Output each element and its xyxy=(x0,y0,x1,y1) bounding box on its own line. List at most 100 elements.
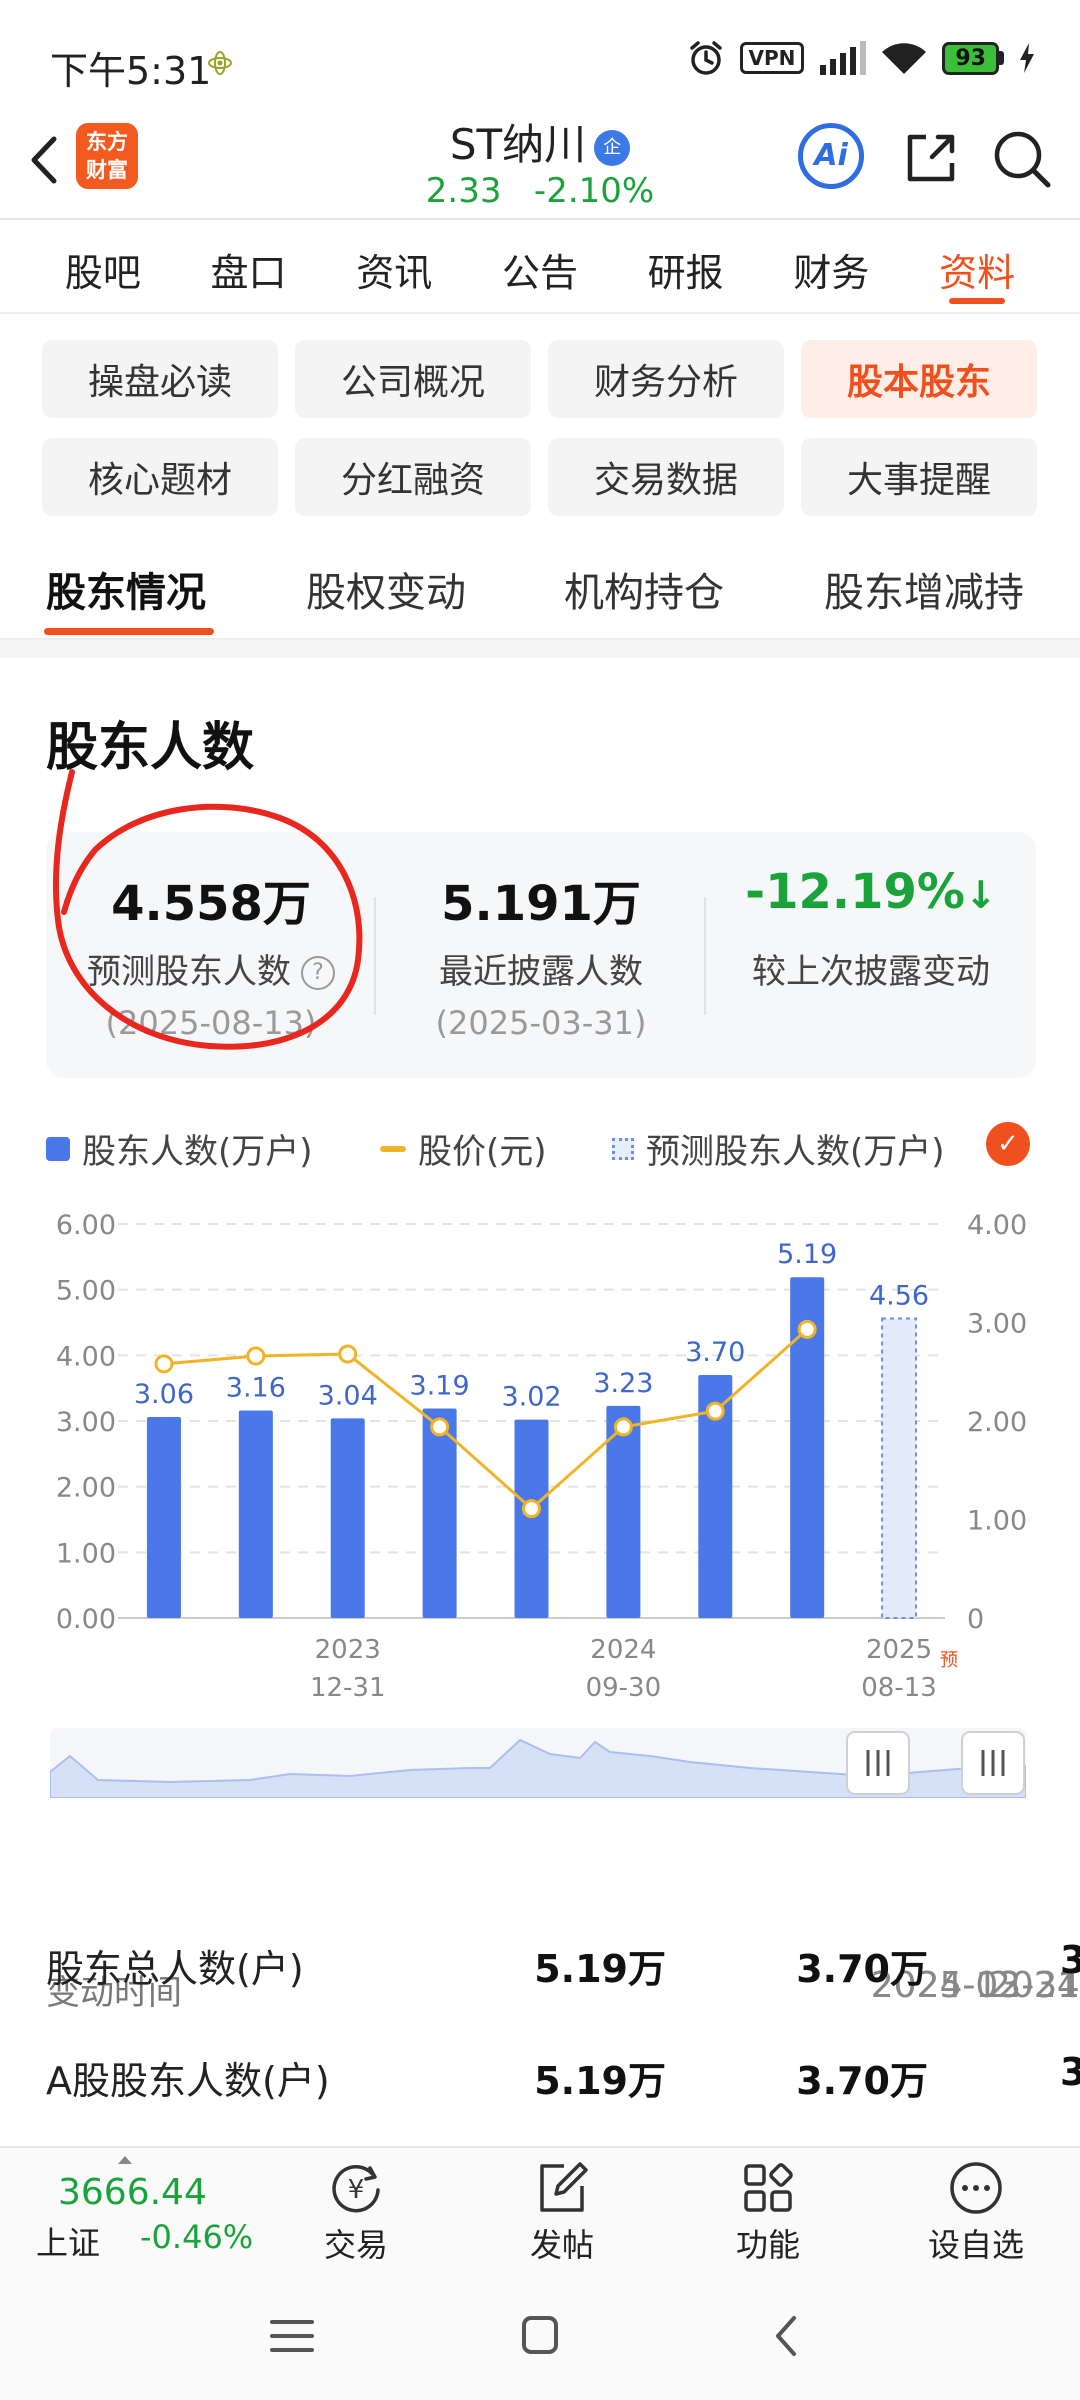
summary-card: 4.558万 预测股东人数? (2025-08-13) 5.191万 最近披露人… xyxy=(46,832,1036,1078)
right-axis-tick: 0 xyxy=(967,1604,984,1635)
table-row-label: 股东总人数(户) xyxy=(46,1947,304,1991)
tab-pankou[interactable]: 盘口 xyxy=(211,220,287,312)
status-time: 下午5:31 xyxy=(50,49,212,93)
status-icons: VPN 93 xyxy=(686,38,1037,78)
index-change[interactable]: -0.46% xyxy=(140,2218,253,2256)
chart-legend: 股东人数(万户) 股价(元) 预测股东人数(万户) ✓ xyxy=(46,1118,1036,1178)
chip-trading-guide[interactable]: 操盘必读 xyxy=(42,340,278,418)
stock-price: 2.33 xyxy=(425,171,502,211)
legend-check-icon[interactable]: ✓ xyxy=(986,1122,1030,1166)
chip-company-overview[interactable]: 公司概况 xyxy=(295,340,531,418)
legend-price[interactable]: 股价(元) xyxy=(380,1124,547,1173)
sub-tabs: 股东情况 股权变动 机构持仓 股东增减持 xyxy=(0,550,1080,642)
share-icon[interactable] xyxy=(900,129,960,189)
bar xyxy=(422,1408,457,1618)
table-cell: 3 xyxy=(1060,1938,1080,1982)
help-icon[interactable]: ? xyxy=(301,956,335,990)
caret-up-icon[interactable] xyxy=(118,2156,132,2164)
table-cell: 3.70万 xyxy=(796,1947,928,1991)
right-axis-tick: 3.00 xyxy=(967,1309,1027,1340)
left-axis-tick: 1.00 xyxy=(56,1538,116,1569)
menu-icon[interactable] xyxy=(262,2308,322,2364)
chip-trading-data[interactable]: 交易数据 xyxy=(548,438,784,516)
price-point xyxy=(797,1319,817,1339)
tabs-divider xyxy=(0,312,1080,314)
vpn-badge: VPN xyxy=(739,42,805,74)
home-icon[interactable] xyxy=(510,2308,570,2364)
price-point xyxy=(246,1346,266,1366)
x-axis-tick: 09-30 xyxy=(586,1673,662,1703)
price-point xyxy=(705,1401,725,1421)
right-axis-tick: 4.00 xyxy=(967,1210,1027,1241)
bar-label: 4.56 xyxy=(869,1281,929,1312)
index-name[interactable]: 上证 xyxy=(36,2218,100,2264)
table-row: A股股东人数(户) 5.19万 3.70万 3 xyxy=(0,2050,1080,2130)
legend-shareholders[interactable]: 股东人数(万户) xyxy=(46,1124,313,1173)
main-tabs: 股吧 盘口 资讯 公告 研报 财务 资料 xyxy=(0,220,1080,312)
subtab-equity-changes[interactable]: 股权变动 xyxy=(306,560,466,618)
chip-core-themes[interactable]: 核心题材 xyxy=(42,438,278,516)
bar-label: 3.04 xyxy=(318,1380,378,1411)
tab-research[interactable]: 研报 xyxy=(648,220,724,312)
bar-label: 5.19 xyxy=(777,1239,837,1270)
x-axis-tick: 2023 xyxy=(315,1635,381,1665)
tab-finance[interactable]: 财务 xyxy=(793,220,869,312)
latest-label: 最近披露人数 xyxy=(439,952,643,992)
left-axis-tick: 0.00 xyxy=(56,1604,116,1635)
left-axis-tick: 2.00 xyxy=(56,1473,116,1504)
price-point xyxy=(522,1499,541,1519)
table-row-label: A股股东人数(户) xyxy=(46,2059,330,2103)
bottom-toolbar: 3666.44 上证 -0.46% ¥ 交易 发帖 功能 设自选 xyxy=(0,2146,1080,2268)
bar-label: 3.06 xyxy=(134,1379,194,1410)
more-icon xyxy=(950,2162,1002,2214)
back-nav-icon[interactable] xyxy=(758,2308,818,2364)
ai-assistant-button[interactable]: Ai xyxy=(798,123,864,189)
tab-news[interactable]: 资讯 xyxy=(356,220,432,312)
signal-icon xyxy=(820,41,867,75)
post-button[interactable]: 发帖 xyxy=(492,2158,632,2266)
legend-forecast[interactable]: 预测股东人数(万户) xyxy=(612,1124,945,1173)
alarm-icon xyxy=(689,41,722,75)
chart-range-slider[interactable] xyxy=(50,1728,1026,1798)
latest-date: (2025-03-31) xyxy=(435,1004,647,1042)
x-axis-tick: 12-31 xyxy=(310,1673,386,1703)
enterprise-badge-icon: 企 xyxy=(594,130,631,166)
trade-icon: ¥ xyxy=(332,2165,380,2213)
subtab-holding-changes[interactable]: 股东增减持 xyxy=(824,560,1024,618)
bar xyxy=(146,1417,181,1618)
chip-events[interactable]: 大事提醒 xyxy=(801,438,1037,516)
charging-icon xyxy=(1020,43,1034,73)
price-point xyxy=(430,1417,450,1437)
tab-announcements[interactable]: 公告 xyxy=(502,220,578,312)
subtab-institutional-holdings[interactable]: 机构持仓 xyxy=(564,560,724,618)
trade-button[interactable]: ¥ 交易 xyxy=(286,2158,426,2266)
summary-forecast: 4.558万 预测股东人数? (2025-08-13) xyxy=(46,832,376,1078)
battery-icon: 93 xyxy=(942,41,1004,75)
tab-profile[interactable]: 资料 xyxy=(939,220,1015,312)
subtab-indicator xyxy=(44,628,214,635)
function-button[interactable]: 功能 xyxy=(698,2158,838,2266)
latest-value: 5.191万 xyxy=(441,876,641,932)
price-point xyxy=(338,1344,358,1364)
atom-icon xyxy=(208,51,232,75)
tab-guba[interactable]: 股吧 xyxy=(65,220,141,312)
search-icon[interactable] xyxy=(990,127,1052,189)
index-value[interactable]: 3666.44 xyxy=(58,2172,207,2213)
forecast-tag: 预 xyxy=(940,1650,958,1671)
down-arrow-icon: ↓ xyxy=(965,873,997,917)
add-watchlist-button[interactable]: 设自选 xyxy=(906,2158,1046,2266)
section-title: 股东人数 xyxy=(46,718,255,778)
right-axis-tick: 1.00 xyxy=(967,1506,1027,1537)
bar-label: 3.16 xyxy=(226,1372,286,1403)
forecast-date: (2025-08-13) xyxy=(105,1004,317,1042)
stock-change: -2.10% xyxy=(533,171,655,211)
chip-shareholders[interactable]: 股本股东 xyxy=(801,340,1037,418)
left-axis-tick: 5.00 xyxy=(56,1276,116,1307)
subtab-shareholder-status[interactable]: 股东情况 xyxy=(46,560,206,618)
chip-dividends[interactable]: 分红融资 xyxy=(295,438,531,516)
right-axis-tick: 2.00 xyxy=(967,1407,1027,1438)
shareholder-chart: 0.00 1.00 2.00 3.00 4.00 5.00 6.00 0 1.00 2.00 3.0… xyxy=(56,1210,1027,1703)
chip-financial-analysis[interactable]: 财务分析 xyxy=(548,340,784,418)
change-value: -12.19%↓ xyxy=(745,864,997,920)
bar xyxy=(330,1418,365,1618)
